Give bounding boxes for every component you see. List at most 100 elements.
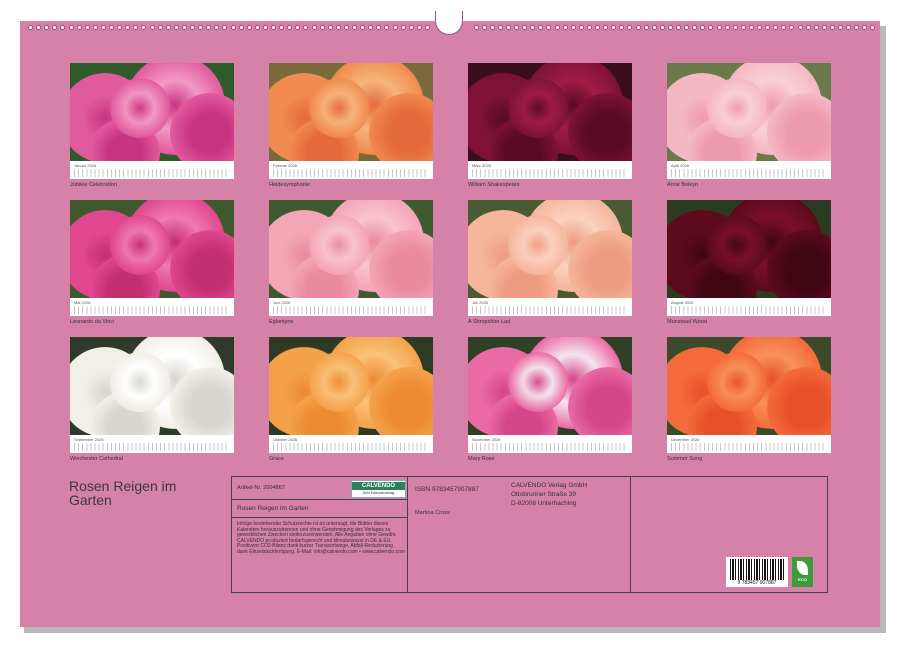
rose-photo	[269, 200, 433, 298]
binding-hole	[206, 25, 211, 30]
binding-hole	[676, 25, 681, 30]
rose-photo	[667, 337, 831, 435]
binding-hole	[798, 25, 803, 30]
binding-hole	[198, 25, 203, 30]
binding-hole	[287, 25, 292, 30]
rose-caption: Grace	[269, 456, 284, 462]
rose-bloom	[110, 352, 170, 412]
binding-hole	[77, 25, 82, 30]
eco-label: ECO	[792, 577, 813, 582]
month-label: März 2026	[472, 163, 491, 168]
month-label: April 2026	[671, 163, 689, 168]
info-column-publisher: ISBN 9783457907887 Martina Cross CALVEND…	[407, 477, 631, 592]
day-cells	[273, 443, 429, 451]
month-calendar-grid: August 2026	[667, 298, 831, 316]
month-calendar-grid: März 2026	[468, 161, 632, 179]
binding-hole	[749, 25, 754, 30]
article-number: Artikel-Nr. 2004867	[237, 485, 285, 491]
binding-hole	[214, 25, 219, 30]
binding-hole	[725, 25, 730, 30]
product-title: Rosen Reigen im Garten	[237, 505, 309, 512]
rose-bloom	[707, 78, 767, 138]
binding-hole	[190, 25, 195, 30]
rose-photo	[70, 337, 234, 435]
binding-hole	[360, 25, 365, 30]
binding-hole	[320, 25, 325, 30]
binding-hole	[773, 25, 778, 30]
month-calendar-grid: Dezember 2026	[667, 435, 831, 453]
product-title-row: Rosen Reigen im Garten	[232, 500, 407, 518]
rose-photo	[269, 337, 433, 435]
binding-hole	[222, 25, 227, 30]
logo-text: CALVENDO	[352, 482, 405, 490]
publisher-street: Ottobrunner Straße 39	[511, 491, 576, 498]
barcode: 9 783457 907887	[726, 557, 788, 587]
binding-hole	[69, 25, 74, 30]
binding-hole	[352, 25, 357, 30]
binding-hole	[393, 25, 398, 30]
day-cells	[74, 443, 230, 451]
month-calendar-grid: Oktober 2026	[269, 435, 433, 453]
binding-hole	[595, 25, 600, 30]
rose-bloom	[309, 352, 369, 412]
day-cells	[273, 169, 429, 177]
binding-hole	[587, 25, 592, 30]
month-label: August 2026	[671, 300, 693, 305]
rose-bloom	[707, 215, 767, 275]
binding-hole	[838, 25, 843, 30]
rose-photo	[269, 63, 433, 161]
binding-hole	[700, 25, 705, 30]
binding-hole	[409, 25, 414, 30]
binding-hole	[44, 25, 49, 30]
rose-photo	[70, 200, 234, 298]
binding-hole	[231, 25, 236, 30]
day-cells	[472, 169, 628, 177]
binding-hole	[619, 25, 624, 30]
month-label: Januar 2026	[74, 163, 96, 168]
month-label: Juli 2026	[472, 300, 488, 305]
rose-caption: Mary Rose	[468, 456, 495, 462]
rose-bloom	[508, 215, 568, 275]
day-cells	[74, 169, 230, 177]
rose-bloom	[110, 215, 170, 275]
calendar-title: Rosen Reigen im Garten	[69, 479, 209, 507]
binding-hole	[530, 25, 535, 30]
binding-hole	[263, 25, 268, 30]
day-cells	[472, 306, 628, 314]
article-row: Artikel-Nr. 2004867 CALVENDO Dein Kalend…	[232, 477, 407, 500]
binding-hole	[255, 25, 260, 30]
rose-caption: A Shropshire Lad	[468, 319, 510, 325]
month-label: Februar 2026	[273, 163, 297, 168]
legal-text: Infolge bestehender Schutzrechte ist es …	[237, 522, 405, 556]
rose-photo	[468, 63, 632, 161]
binding-hole	[668, 25, 673, 30]
binding-hole	[85, 25, 90, 30]
day-cells	[671, 306, 827, 314]
rose-caption: Anne Boleyn	[667, 182, 698, 188]
binding-hole	[627, 25, 632, 30]
binding-hole	[28, 25, 33, 30]
binding-hole	[247, 25, 252, 30]
binding-hole	[660, 25, 665, 30]
binding-hole	[182, 25, 187, 30]
binding-hole	[93, 25, 98, 30]
binding-hole	[862, 25, 867, 30]
binding-hole	[846, 25, 851, 30]
rose-bloom	[309, 215, 369, 275]
rose-bloom	[707, 352, 767, 412]
binding-hole	[271, 25, 276, 30]
binding-hole	[854, 25, 859, 30]
info-column-codes: 9 783457 907887 ECO	[630, 477, 827, 592]
month-label: November 2026	[472, 437, 500, 442]
binding-hole	[611, 25, 616, 30]
month-calendar-grid: September 2026	[70, 435, 234, 453]
author: Martina Cross	[415, 510, 450, 516]
binding-hole	[579, 25, 584, 30]
binding-hole	[101, 25, 106, 30]
binding-hole	[109, 25, 114, 30]
rose-caption: Summer Song	[667, 456, 702, 462]
month-calendar-grid: Juli 2026	[468, 298, 632, 316]
publisher-name: CALVENDO Verlag GmbH	[511, 482, 587, 489]
binding-hole	[563, 25, 568, 30]
binding-hole	[150, 25, 155, 30]
